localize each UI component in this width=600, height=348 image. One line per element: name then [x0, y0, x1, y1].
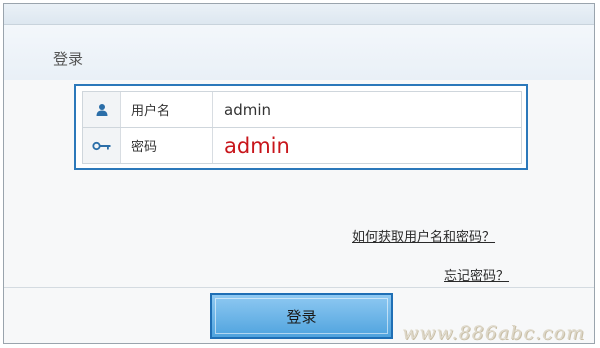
username-row: 用户名 admin — [82, 91, 522, 128]
username-label: 用户名 — [121, 92, 213, 127]
footer-divider — [4, 287, 594, 288]
password-row: 密码 admin — [82, 128, 522, 164]
login-form: 用户名 admin 密码 admin — [74, 84, 528, 170]
forgot-password-link[interactable]: 忘记密码？ — [444, 265, 509, 284]
login-button[interactable]: 登录 — [210, 293, 393, 339]
username-field[interactable]: admin — [214, 92, 521, 127]
watermark: www.886abc.com — [402, 322, 586, 344]
password-field[interactable]: admin — [214, 128, 521, 163]
user-icon — [83, 92, 121, 127]
dialog-title: 登录 — [53, 50, 84, 68]
password-label: 密码 — [121, 128, 213, 163]
get-credentials-link[interactable]: 如何获取用户名和密码？ — [352, 226, 495, 245]
login-dialog: 登录 用户名 admin 密码 admin 如何获取用户名和密码？ 忘记密码？ … — [3, 3, 595, 344]
key-icon — [83, 128, 121, 163]
header-band — [4, 25, 594, 80]
top-strip — [4, 4, 594, 25]
login-button-label: 登录 — [286, 307, 317, 326]
